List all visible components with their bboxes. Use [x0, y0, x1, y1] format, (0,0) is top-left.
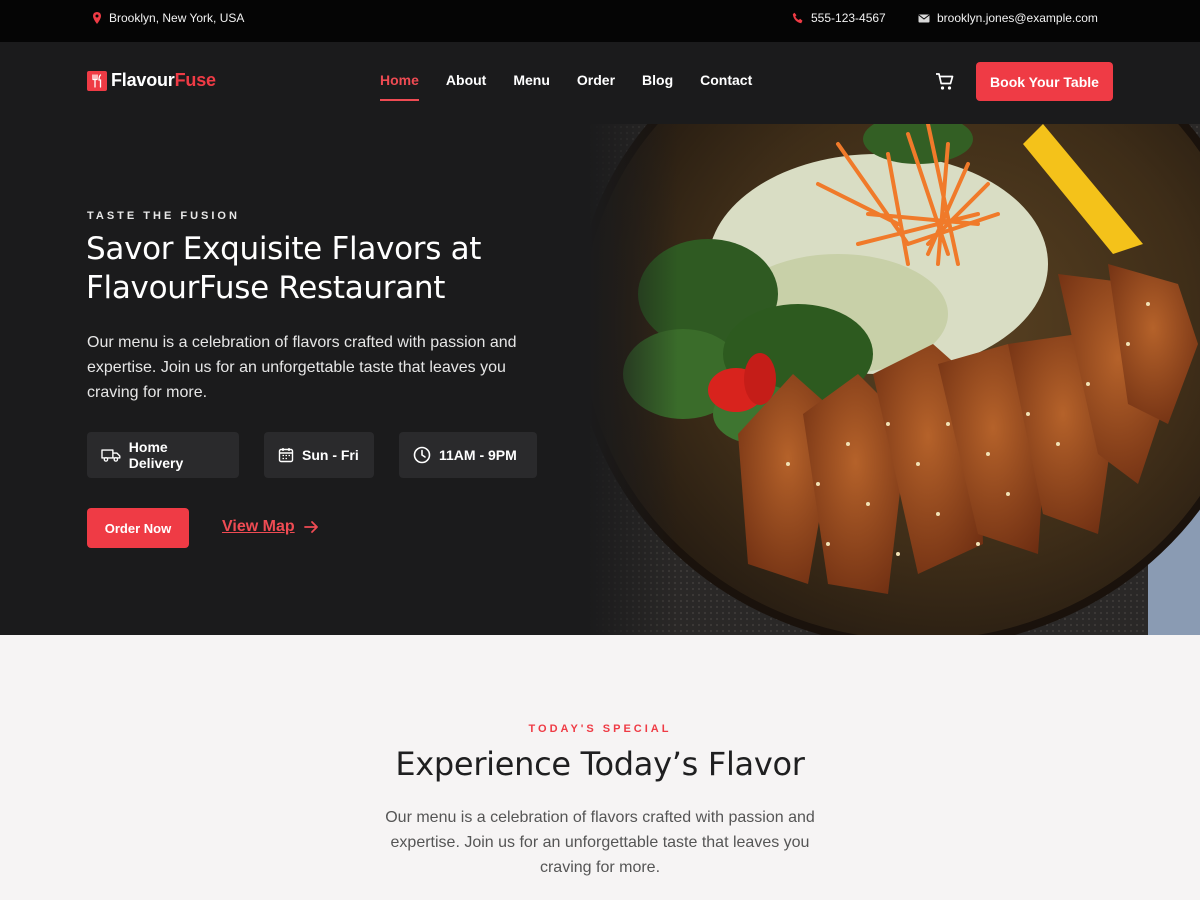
hours-label: 11AM - 9PM	[439, 447, 517, 463]
view-map-label[interactable]: View Map	[222, 518, 295, 536]
home-delivery-chip: Home Delivery	[87, 432, 239, 478]
phone-info[interactable]: 555-123-4567	[792, 0, 886, 36]
nav-item-contact[interactable]: Contact	[700, 72, 752, 88]
location-text: Brooklyn, New York, USA	[109, 11, 245, 25]
special-kicker: TODAY'S SPECIAL	[528, 723, 672, 735]
logo[interactable]: FlavourFuse	[87, 70, 216, 91]
main-nav: Home About Menu Order Blog Contact	[380, 72, 779, 101]
days-label: Sun - Fri	[302, 447, 359, 463]
delivery-truck-icon	[101, 449, 121, 462]
brand-name-part1: Flavour	[111, 70, 175, 90]
todays-special-section: TODAY'S SPECIAL Experience Today’s Flavo…	[0, 635, 1200, 900]
arrow-right-icon	[303, 521, 318, 533]
phone-text[interactable]: 555-123-4567	[811, 11, 886, 25]
special-title: Experience Today’s Flavor	[395, 745, 805, 783]
map-pin-icon	[93, 12, 101, 24]
brand-name-part2: Fuse	[174, 70, 216, 90]
cart-icon[interactable]	[935, 72, 955, 97]
days-chip: Sun - Fri	[264, 432, 374, 478]
calendar-icon	[278, 448, 294, 463]
email-info[interactable]: brooklyn.jones@example.com	[918, 0, 1098, 36]
special-description: Our menu is a celebration of flavors cra…	[385, 809, 815, 876]
nav-item-about[interactable]: About	[446, 72, 486, 88]
book-table-button[interactable]: Book Your Table	[976, 62, 1113, 101]
location-info: Brooklyn, New York, USA	[92, 0, 244, 36]
mail-icon	[918, 14, 930, 22]
hero-description: Our menu is a celebration of flavors cra…	[87, 334, 517, 401]
nav-item-blog[interactable]: Blog	[642, 72, 673, 88]
hero-kicker: TASTE THE FUSION	[87, 210, 240, 222]
brand-name: FlavourFuse	[111, 70, 216, 91]
hero-title: Savor Exquisite Flavors at FlavourFuse R…	[86, 231, 482, 306]
nav-item-order[interactable]: Order	[577, 72, 615, 88]
fork-knife-icon	[87, 70, 107, 91]
hero-section: TASTE THE FUSION Savor Exquisite Flavors…	[0, 124, 1200, 635]
home-delivery-label: Home Delivery	[128, 439, 184, 471]
hours-chip: 11AM - 9PM	[399, 432, 537, 478]
clock-icon	[413, 446, 431, 464]
hero-image-fade	[588, 124, 678, 635]
nav-item-home[interactable]: Home	[380, 72, 419, 101]
email-text[interactable]: brooklyn.jones@example.com	[937, 11, 1098, 25]
phone-icon	[792, 12, 803, 24]
hero-food-image	[588, 124, 1200, 635]
site-header: FlavourFuse Home About Menu Order Blog C…	[0, 42, 1200, 124]
top-bar: Brooklyn, New York, USA 555-123-4567 bro…	[0, 0, 1200, 42]
order-now-button[interactable]: Order Now	[87, 508, 189, 548]
nav-item-menu[interactable]: Menu	[513, 72, 550, 88]
view-map-link[interactable]: View Map	[222, 518, 319, 536]
